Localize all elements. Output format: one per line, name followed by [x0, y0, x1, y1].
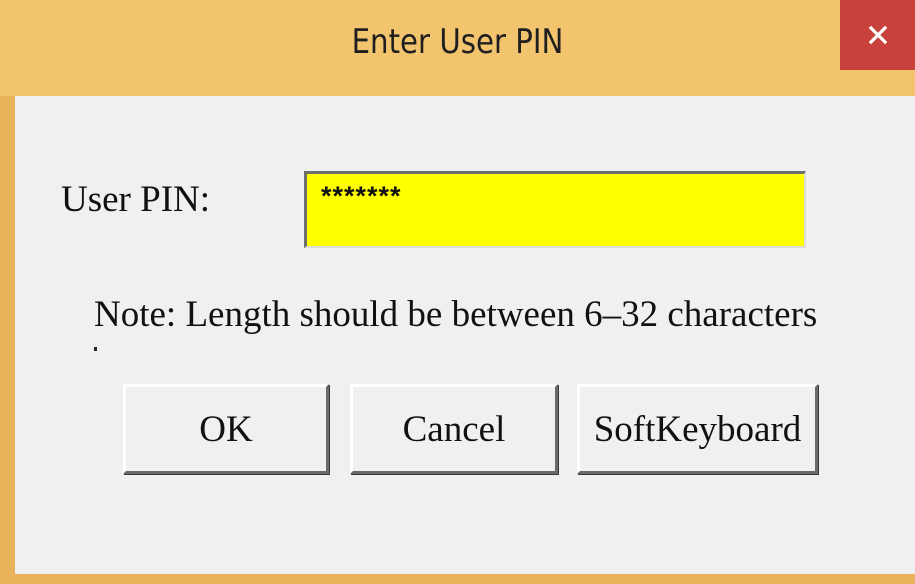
cancel-button[interactable]: Cancel — [350, 384, 558, 474]
pin-length-note: Note: Length should be between 6–32 char… — [94, 294, 818, 335]
user-pin-input[interactable]: ******* — [304, 171, 806, 248]
soft-keyboard-button[interactable]: SoftKeyboard — [577, 384, 818, 474]
note-artifact-mark — [94, 347, 97, 351]
title-bar[interactable]: Enter User PIN — [0, 0, 915, 96]
pin-dialog-window: Enter User PIN User PIN: ******* Note: L… — [0, 0, 915, 584]
user-pin-label: User PIN: — [61, 179, 211, 220]
close-icon — [868, 25, 887, 45]
close-button[interactable] — [840, 0, 915, 70]
dialog-body: User PIN: ******* Note: Length should be… — [15, 96, 915, 574]
ok-button[interactable]: OK — [123, 384, 329, 474]
window-title: Enter User PIN — [351, 22, 564, 62]
